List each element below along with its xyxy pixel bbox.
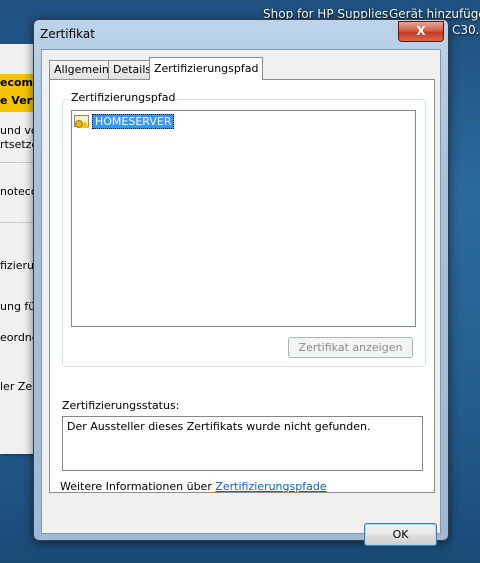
status-text-box[interactable]: Der Aussteller dieses Zertifikats wurde … — [62, 416, 423, 471]
path-group-label: Zertifizierungspfad — [69, 91, 178, 104]
tree-item-label: HOMESERVER — [92, 114, 175, 129]
background-window-text: e Vert — [0, 94, 38, 107]
ok-button[interactable]: OK — [364, 523, 437, 546]
certificate-dialog: Zertifikat X Allgemein Details Zertifizi… — [33, 19, 449, 546]
tab-zertifizierungspfad[interactable]: Zertifizierungspfad — [149, 57, 264, 80]
certification-path-group: HOMESERVER Zertifikat anzeigen — [62, 99, 426, 367]
desktop-icon-sublabel: C30... — [452, 23, 480, 37]
status-text: Der Aussteller dieses Zertifikats wurde … — [67, 420, 371, 433]
more-info: Weitere Informationen über Zertifizierun… — [60, 480, 327, 493]
certificate-warning-icon — [74, 115, 89, 128]
view-certificate-button[interactable]: Zertifikat anzeigen — [288, 337, 413, 358]
certification-paths-link[interactable]: Zertifizierungspfade — [215, 480, 326, 493]
close-button[interactable]: X — [398, 21, 444, 42]
status-label: Zertifizierungsstatus: — [62, 399, 180, 412]
certification-path-tree[interactable]: HOMESERVER — [71, 110, 416, 327]
more-info-text: Weitere Informationen über — [60, 480, 216, 493]
background-window-text: fizieru — [0, 259, 35, 272]
dialog-client-area: Allgemein Details Zertifizierungspfad HO… — [41, 49, 441, 546]
tree-item-homeserver[interactable]: HOMESERVER — [74, 114, 175, 129]
tab-allgemein[interactable]: Allgemein — [49, 60, 114, 79]
dialog-title: Zertifikat — [40, 27, 95, 41]
